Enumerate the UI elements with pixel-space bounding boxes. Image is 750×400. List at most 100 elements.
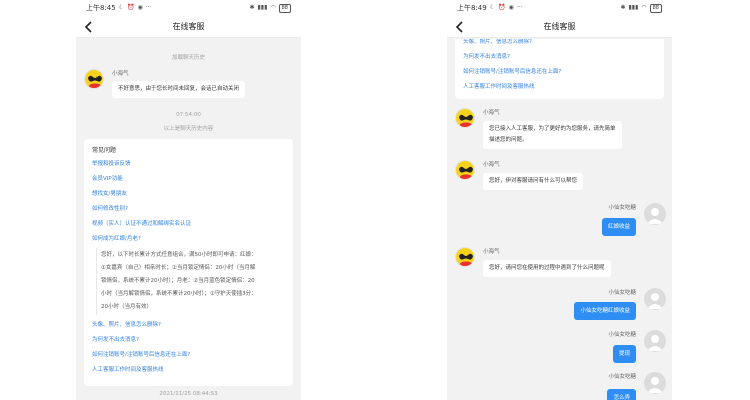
bot-avatar bbox=[84, 69, 104, 89]
page-title: 在线客服 bbox=[543, 22, 576, 31]
faq-item[interactable]: 会员VIP功能 bbox=[92, 172, 285, 187]
alarm-icon: ⏰ bbox=[498, 4, 506, 11]
faq-item[interactable]: 头像、照片、信息怎么删除? bbox=[92, 318, 285, 333]
bot-avatar bbox=[455, 160, 475, 180]
chevron-left-icon[interactable] bbox=[82, 20, 96, 34]
load-history-link[interactable]: 加载聊天历史 bbox=[76, 53, 301, 61]
user-avatar bbox=[644, 288, 666, 310]
status-bar: 上午8:49 ☾ ⏰ ◉ ··· ✱ ▮▮▮ ◠ 88 bbox=[447, 0, 672, 16]
time-divider: 07:54:00 bbox=[176, 112, 201, 118]
faq-item[interactable]: 想找女/男朋友 bbox=[92, 187, 285, 202]
message-bubble: 不好意思，由于您长时间未回复，会话已自动关闭 bbox=[112, 81, 246, 98]
message-line: 您已接入人工客服，为了更好的为您服务，请先简单 bbox=[489, 126, 616, 132]
bot-message: 小海气 您好，伊对客服请问有什么可以帮您 bbox=[455, 160, 666, 198]
title-bar: 在线客服 bbox=[76, 16, 301, 38]
more-icon: ··· bbox=[516, 4, 523, 11]
status-time: 上午8:45 bbox=[86, 4, 116, 12]
faq-item[interactable]: 头像、照片、信息怎么删除? bbox=[463, 39, 656, 50]
faq-item[interactable]: 举报和投诉反馈 bbox=[92, 157, 285, 172]
chat-screen-left: 上午8:45 ☾ ⏰ ◉ ··· ✱ ▮▮▮ ◠ 88 在线客服 加载聊天历史 bbox=[76, 0, 301, 400]
faq-item[interactable]: 为何发不出去消息? bbox=[463, 50, 656, 65]
user-name: 小仙女吃糖 bbox=[608, 290, 636, 296]
faq-answer-line: 您好，以下时长累计方式任意组合，满50小时即可申请：红娘： bbox=[101, 252, 257, 258]
app-notification-icon: ◉ bbox=[508, 4, 514, 11]
message-line: 您好，伊对客服请问有什么可以帮您 bbox=[489, 178, 578, 184]
chat-area[interactable]: 加载聊天历史 小海气 不好意思，由于您长时间未回复，会话已自动关闭 07:54:… bbox=[76, 39, 301, 400]
yellow-heart-glasses-icon bbox=[456, 248, 474, 266]
more-icon: ··· bbox=[145, 4, 152, 11]
chat-area[interactable]: 头像、照片、信息怎么删除? 为何发不出去消息? 如何注销账号/注销账号后信息还在… bbox=[447, 39, 672, 400]
bluetooth-icon: ✱ bbox=[249, 4, 255, 11]
faq-title: 常见问题 bbox=[92, 147, 117, 154]
message-bubble[interactable]: 小仙女吃糖红娘收益 bbox=[574, 302, 636, 320]
user-message: 小仙女吃糖 怎么弄 bbox=[466, 372, 666, 400]
message-bubble: 您好，伊对客服请问有什么可以帮您 bbox=[483, 173, 584, 190]
status-time: 上午8:49 bbox=[457, 4, 487, 12]
faq-answer-line: 小时（当月解锁情侣，系统不累计20小时）；②守护天使插3分： bbox=[101, 291, 257, 297]
moon-icon: ☾ bbox=[118, 4, 125, 11]
faq-answer-line: ①女嘉宾（自己）相亲时长；②当月锁定情侣：20小时（当月解 bbox=[101, 265, 256, 271]
faq-item[interactable]: 视频（实人）认证不通过和解绑实名认证 bbox=[92, 217, 285, 232]
bot-message: 小海气 您已接入人工客服，为了更好的为您服务，请先简单 描述您的问题。 bbox=[455, 108, 666, 150]
default-person-icon bbox=[647, 208, 663, 224]
yellow-heart-glasses-icon bbox=[456, 161, 474, 179]
user-name: 小仙女吃糖 bbox=[608, 205, 636, 211]
message-bubble[interactable]: 怎么弄 bbox=[607, 389, 636, 400]
message-bubble[interactable]: 提现 bbox=[612, 345, 636, 363]
status-bar: 上午8:45 ☾ ⏰ ◉ ··· ✱ ▮▮▮ ◠ 88 bbox=[76, 0, 301, 16]
bot-name: 小海气 bbox=[483, 110, 500, 116]
default-person-icon bbox=[647, 335, 663, 351]
faq-card: 头像、照片、信息怎么删除? 为何发不出去消息? 如何注销账号/注销账号后信息还在… bbox=[455, 39, 664, 99]
faq-item[interactable]: 如何注销账号/注销账号后信息还在上面? bbox=[463, 65, 656, 80]
page-title: 在线客服 bbox=[172, 22, 205, 31]
moon-icon: ☾ bbox=[489, 4, 496, 11]
bot-name: 小海气 bbox=[483, 162, 500, 168]
user-name: 小仙女吃糖 bbox=[608, 374, 636, 380]
bot-message: 小海气 您好，请问您在使用的过程中遇到了什么问题呢 bbox=[455, 247, 666, 285]
history-divider: 以上是聊天历史内容 bbox=[163, 126, 214, 132]
chat-screen-right: 上午8:49 ☾ ⏰ ◉ ··· ✱ ▮▮▮ ◠ 88 在线客服 头像、照片、信… bbox=[447, 0, 672, 400]
wifi-icon: ◠ bbox=[270, 4, 276, 11]
faq-card: 常见问题 举报和投诉反馈 会员VIP功能 想找女/男朋友 如何修改性别? 视频（… bbox=[84, 139, 293, 386]
battery-icon: 88 bbox=[278, 3, 291, 13]
faq-answer: 您好，以下时长累计方式任意组合，满50小时即可申请：红娘： ①女嘉宾（自己）相亲… bbox=[96, 248, 285, 315]
wifi-icon: ◠ bbox=[641, 4, 647, 11]
bot-name: 小海气 bbox=[112, 71, 129, 77]
user-avatar bbox=[644, 203, 666, 225]
message-bubble[interactable]: 红娘收益 bbox=[601, 218, 636, 236]
faq-answer-line: 锁情侣，系统不累计20小时）；月老：②当月蓝色锁定情侣：20 bbox=[101, 278, 255, 284]
chevron-left-icon[interactable] bbox=[453, 20, 467, 34]
bot-name: 小海气 bbox=[483, 249, 500, 255]
timestamp: 2021/11/25 08:44:53 bbox=[159, 391, 218, 397]
faq-answer-line: 20小时（当月有效） bbox=[101, 304, 152, 310]
faq-item[interactable]: 如何注销账号/注销账号后信息还在上面? bbox=[92, 348, 285, 363]
yellow-heart-glasses-icon bbox=[456, 109, 474, 127]
bot-avatar bbox=[455, 247, 475, 267]
signal-icon: ▮▮▮ bbox=[257, 4, 268, 11]
default-person-icon bbox=[647, 293, 663, 309]
battery-icon: 88 bbox=[649, 3, 662, 13]
message-line: 您好，请问您在使用的过程中遇到了什么问题呢 bbox=[489, 265, 605, 271]
default-person-icon bbox=[647, 377, 663, 393]
faq-item[interactable]: 为何发不出去消息? bbox=[92, 333, 285, 348]
faq-item[interactable]: 如何修改性别? bbox=[92, 202, 285, 217]
bot-message: 小海气 不好意思，由于您长时间未回复，会话已自动关闭 bbox=[84, 69, 295, 103]
message-line: 描述您的问题。 bbox=[489, 137, 528, 143]
signal-icon: ▮▮▮ bbox=[628, 4, 639, 11]
user-message: 小仙女吃糖 小仙女吃糖红娘收益 bbox=[466, 288, 666, 326]
app-notification-icon: ◉ bbox=[137, 4, 143, 11]
user-avatar bbox=[644, 330, 666, 352]
message-bubble: 您已接入人工客服，为了更好的为您服务，请先简单 描述您的问题。 bbox=[483, 121, 622, 149]
faq-item[interactable]: 如何成为红娘/月老? bbox=[92, 232, 285, 247]
user-message: 小仙女吃糖 红娘收益 bbox=[466, 203, 666, 241]
bluetooth-icon: ✱ bbox=[620, 4, 626, 11]
message-bubble: 您好，请问您在使用的过程中遇到了什么问题呢 bbox=[483, 260, 611, 277]
title-bar: 在线客服 bbox=[447, 16, 672, 38]
user-message: 小仙女吃糖 提现 bbox=[466, 330, 666, 368]
user-name: 小仙女吃糖 bbox=[608, 332, 636, 338]
faq-item[interactable]: 人工客服工作时间及客服热线 bbox=[463, 80, 656, 95]
yellow-heart-glasses-icon bbox=[85, 70, 103, 88]
user-avatar bbox=[644, 372, 666, 394]
faq-item[interactable]: 人工客服工作时间及客服热线 bbox=[92, 363, 285, 378]
alarm-icon: ⏰ bbox=[127, 4, 135, 11]
